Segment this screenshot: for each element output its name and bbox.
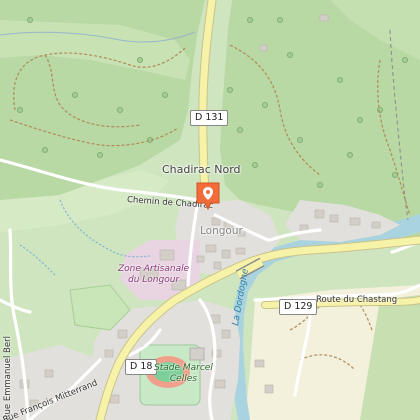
road-shield-d131: D 131	[190, 110, 229, 126]
road-shield-d18: D 18	[125, 359, 158, 375]
label-zone-artisanale: Zone Artisanale du Longour	[118, 264, 190, 285]
label-longour: Longour	[200, 225, 243, 237]
road-shield-d129: D 129	[279, 299, 318, 315]
label-rue-emmanuel-berl: Rue Emmanuel Berl	[3, 336, 13, 420]
label-chadirac-nord: Chadirac Nord	[162, 163, 241, 176]
location-pin-icon[interactable]	[195, 181, 221, 211]
map-view[interactable]: D 131 D 129 D 18 Chadirac Nord Chemin de…	[0, 0, 420, 420]
label-stade-marcel-celles: Stade Marcel Celles	[154, 363, 213, 384]
label-route-du-chastang: Route du Chastang	[316, 295, 398, 305]
